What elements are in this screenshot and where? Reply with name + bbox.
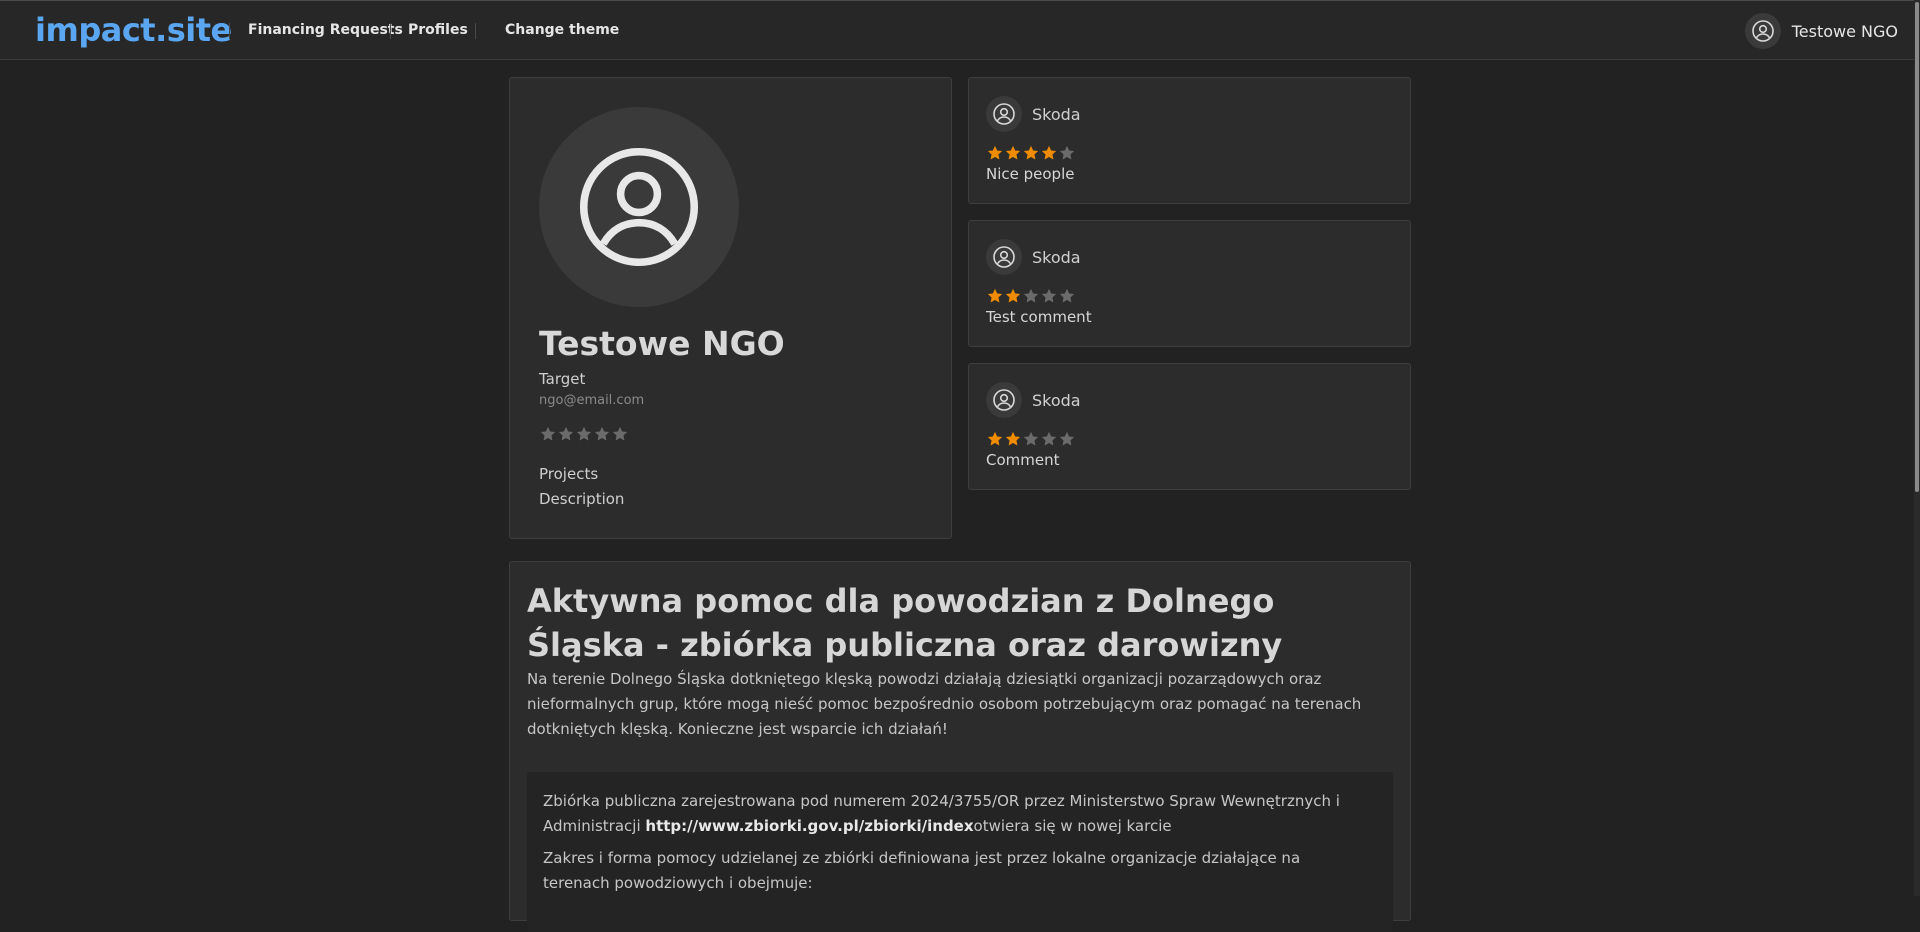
star-empty-icon	[593, 425, 611, 443]
profile-rating	[539, 425, 629, 443]
review-card: Skoda Nice people	[968, 77, 1411, 204]
star-filled-icon	[1004, 144, 1022, 162]
top-navigation-bar: impact.site Financing Requests Profiles …	[0, 0, 1914, 60]
nav-divider	[390, 23, 391, 39]
page-scrollbar[interactable]	[1914, 0, 1920, 896]
nav-divider	[475, 23, 476, 39]
star-filled-icon	[1004, 430, 1022, 448]
profile-email: ngo@email.com	[539, 393, 645, 408]
review-rating	[986, 287, 1076, 305]
project-title[interactable]: Aktywna pomoc dla powodzian z Dolnego Śl…	[527, 579, 1347, 667]
profile-name: Testowe NGO	[539, 324, 785, 363]
project-card: Aktywna pomoc dla powodzian z Dolnego Śl…	[509, 561, 1411, 932]
star-filled-icon	[1022, 144, 1040, 162]
review-rating	[986, 144, 1076, 162]
user-circle-icon	[539, 107, 739, 307]
scope-paragraph: Zakres i forma pomocy udzielanej ze zbió…	[543, 849, 1301, 892]
star-empty-icon	[1022, 430, 1040, 448]
profile-link-description[interactable]: Description	[539, 490, 624, 508]
nav-profiles[interactable]: Profiles	[408, 22, 468, 38]
review-comment: Comment	[986, 451, 1060, 469]
nav-change-theme[interactable]: Change theme	[505, 22, 619, 38]
star-empty-icon	[557, 425, 575, 443]
star-filled-icon	[986, 430, 1004, 448]
site-logo[interactable]: impact.site	[35, 11, 232, 49]
project-description: Na terenie Dolnego Śląska dotkniętego kl…	[527, 670, 1362, 738]
nav-financing-requests[interactable]: Financing Requests	[248, 22, 403, 38]
profile-role: Target	[539, 370, 586, 388]
nav-divider	[229, 23, 230, 39]
star-empty-icon	[1040, 430, 1058, 448]
review-card: Skoda Comment	[968, 363, 1411, 490]
project-details-box: Zbiórka publiczna zarejestrowana pod num…	[527, 772, 1393, 932]
star-empty-icon	[1022, 287, 1040, 305]
registration-paragraph: Zbiórka publiczna zarejestrowana pod num…	[543, 789, 1363, 839]
star-empty-icon	[1040, 287, 1058, 305]
user-circle-icon	[986, 239, 1022, 275]
user-circle-icon	[986, 96, 1022, 132]
user-menu[interactable]: Testowe NGO	[1744, 13, 1898, 49]
star-filled-icon	[986, 287, 1004, 305]
review-author: Skoda	[1032, 390, 1081, 410]
star-filled-icon	[1004, 287, 1022, 305]
user-circle-icon	[986, 382, 1022, 418]
scrollbar-thumb[interactable]	[1915, 2, 1919, 492]
review-card: Skoda Test comment	[968, 220, 1411, 347]
star-empty-icon	[1058, 144, 1076, 162]
star-empty-icon	[1058, 287, 1076, 305]
user-circle-icon	[1744, 13, 1781, 49]
star-filled-icon	[986, 144, 1004, 162]
profile-link-projects[interactable]: Projects	[539, 465, 598, 483]
star-filled-icon	[1040, 144, 1058, 162]
registration-link-note: otwiera się w nowej karcie	[973, 817, 1172, 835]
review-comment: Nice people	[986, 165, 1075, 183]
review-comment: Test comment	[986, 308, 1092, 326]
review-author: Skoda	[1032, 104, 1081, 124]
review-author: Skoda	[1032, 247, 1081, 267]
star-empty-icon	[1058, 430, 1076, 448]
registration-link[interactable]: http://www.zbiorki.gov.pl/zbiorki/index	[645, 817, 973, 835]
star-empty-icon	[611, 425, 629, 443]
review-rating	[986, 430, 1076, 448]
star-empty-icon	[575, 425, 593, 443]
profile-card: Testowe NGO Target ngo@email.com Project…	[509, 77, 952, 539]
user-name: Testowe NGO	[1791, 21, 1898, 41]
star-empty-icon	[539, 425, 557, 443]
